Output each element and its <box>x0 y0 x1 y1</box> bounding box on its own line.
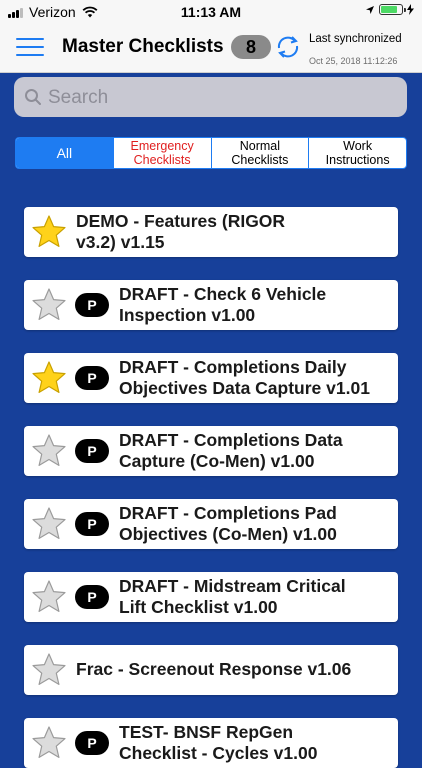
search-bar[interactable] <box>14 77 407 119</box>
checklist-title: Frac - Screenout Response v1.06 <box>76 659 352 679</box>
checklist-title: TEST- BNSF RepGen Checklist - Cycles v1.… <box>119 722 318 763</box>
checklist-count-badge: 8 <box>231 35 271 59</box>
menu-icon <box>16 38 44 40</box>
star-outline-icon[interactable] <box>31 506 67 542</box>
menu-icon-line <box>16 54 44 56</box>
checklist-card[interactable]: P DRAFT - Completions Daily Objectives Da… <box>24 353 398 403</box>
charging-bolt-icon <box>407 4 414 15</box>
star-filled-icon[interactable] <box>31 214 67 250</box>
tab-all[interactable]: All <box>16 138 113 168</box>
checklist-title: DEMO - Features (RIGOR v3.2) v1.15 <box>76 211 286 252</box>
battery-level <box>381 6 398 13</box>
search-input[interactable] <box>46 77 400 119</box>
checklist-card[interactable]: P DRAFT - Completions Pad Objectives (Co-… <box>24 499 398 549</box>
star-outline-icon[interactable] <box>31 579 67 615</box>
clock: 11:13 AM <box>180 4 242 20</box>
checklist-title: DRAFT - Midstream Critical Lift Checklis… <box>119 576 346 617</box>
checklist-card[interactable]: P DRAFT - Check 6 Vehicle Inspection v1.0… <box>24 280 398 330</box>
checklist-title: DRAFT - Completions Pad Objectives (Co-M… <box>119 503 337 544</box>
star-outline-icon[interactable] <box>31 725 67 761</box>
menu-button[interactable] <box>16 36 44 58</box>
sync-timestamp: Oct 25, 2018 11:12:26 <box>309 56 398 66</box>
published-badge: P <box>75 512 109 536</box>
sync-icon[interactable] <box>274 33 302 61</box>
published-badge: P <box>75 293 109 317</box>
published-badge: P <box>75 366 109 390</box>
published-badge: P <box>75 731 109 755</box>
checklist-title: DRAFT - Check 6 Vehicle Inspection v1.00 <box>119 284 327 325</box>
battery-icon <box>379 4 406 15</box>
category-tabs: All Emergency Checklists Normal Checklis… <box>15 137 407 169</box>
checklist-card[interactable]: P DRAFT - Completions Data Capture (Co-Me… <box>24 426 398 476</box>
search-icon <box>25 89 41 105</box>
tab-work-instructions[interactable]: Work Instructions <box>308 138 406 168</box>
tab-emergency-checklists[interactable]: Emergency Checklists <box>112 138 211 168</box>
status-bar: Verizon 11:13 AM <box>0 0 422 24</box>
checklist-card[interactable]: P TEST- BNSF RepGen Checklist - Cycles v1… <box>24 718 398 768</box>
star-outline-icon[interactable] <box>31 287 67 323</box>
published-badge: P <box>75 585 109 609</box>
checklist-title: DRAFT - Completions Data Capture (Co-Men… <box>119 430 343 471</box>
sync-label: Last synchronized <box>309 33 402 45</box>
navigation-bar: Master Checklists 8 Last synchronized Oc… <box>0 24 422 73</box>
checklist-card[interactable]: P DRAFT - Midstream Critical Lift Checkli… <box>24 572 398 622</box>
checklist-card[interactable]: Frac - Screenout Response v1.06 <box>24 645 398 695</box>
menu-icon-line <box>16 46 44 48</box>
location-arrow-icon <box>366 5 374 14</box>
checklist-title: DRAFT - Completions Daily Objectives Dat… <box>119 357 370 398</box>
checklist-card[interactable]: DEMO - Features (RIGOR v3.2) v1.15 <box>24 207 398 257</box>
published-badge: P <box>75 439 109 463</box>
star-outline-icon[interactable] <box>31 433 67 469</box>
tab-normal-checklists[interactable]: Normal Checklists <box>210 138 309 168</box>
star-outline-icon[interactable] <box>31 652 67 688</box>
status-right <box>365 4 414 15</box>
star-filled-icon[interactable] <box>31 360 67 396</box>
page-title: Master Checklists <box>62 36 224 57</box>
